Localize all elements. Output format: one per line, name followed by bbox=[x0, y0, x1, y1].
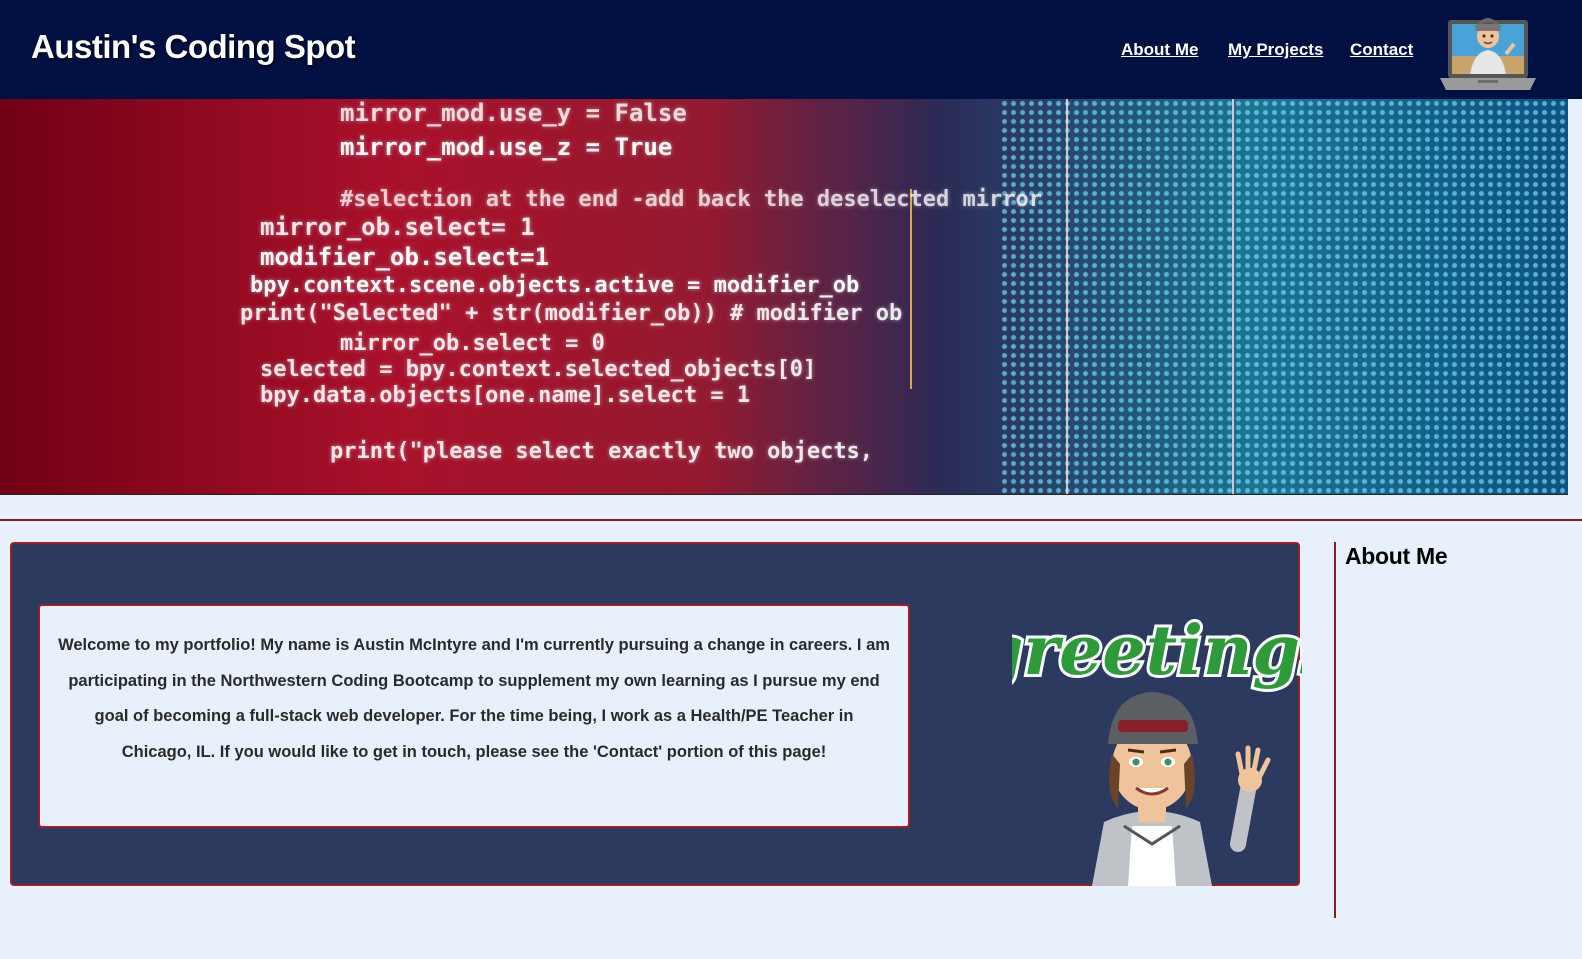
code-line: mirror_mod.use_z = True bbox=[340, 133, 673, 161]
code-line: print("please select exactly two objects… bbox=[330, 439, 874, 464]
nav-contact[interactable]: Contact bbox=[1350, 40, 1413, 60]
greetings-bitmoji-icon: greetings bbox=[1012, 608, 1302, 886]
light-beam bbox=[1232, 99, 1234, 494]
light-beam bbox=[1066, 99, 1068, 494]
code-line: selected = bpy.context.selected_objects[… bbox=[260, 357, 817, 382]
code-line: bpy.context.scene.objects.active = modif… bbox=[250, 273, 860, 298]
nav-my-projects[interactable]: My Projects bbox=[1228, 40, 1323, 60]
code-line: mirror_mod.use_y = False bbox=[340, 99, 687, 127]
intro-card: Welcome to my portfolio! My name is Aust… bbox=[10, 542, 1302, 886]
site-header: Austin's Coding Spot About Me My Project… bbox=[0, 0, 1582, 99]
laptop-avatar-icon bbox=[1440, 18, 1536, 90]
light-beam bbox=[910, 189, 912, 389]
code-line: mirror_ob.select= 1 bbox=[260, 213, 535, 241]
intro-text: Welcome to my portfolio! My name is Aust… bbox=[38, 604, 910, 828]
sidebar-border bbox=[1334, 542, 1336, 918]
world-map-dots bbox=[1000, 99, 1568, 494]
code-line: mirror_ob.select = 0 bbox=[340, 331, 605, 356]
greetings-text: greetings bbox=[1012, 611, 1302, 691]
code-line: print("Selected" + str(modifier_ob)) # m… bbox=[240, 301, 903, 326]
site-title: Austin's Coding Spot bbox=[31, 28, 356, 65]
code-line: modifier_ob.select=1 bbox=[260, 243, 549, 271]
code-line: bpy.data.objects[one.name].select = 1 bbox=[260, 383, 751, 408]
code-line: #selection at the end -add back the dese… bbox=[340, 187, 1042, 212]
hero-banner: mirror_mod.use_y = False mirror_mod.use_… bbox=[0, 99, 1568, 495]
sidebar-title: About Me bbox=[1345, 543, 1448, 569]
section-divider bbox=[0, 519, 1582, 521]
nav-about-me[interactable]: About Me bbox=[1121, 40, 1198, 60]
